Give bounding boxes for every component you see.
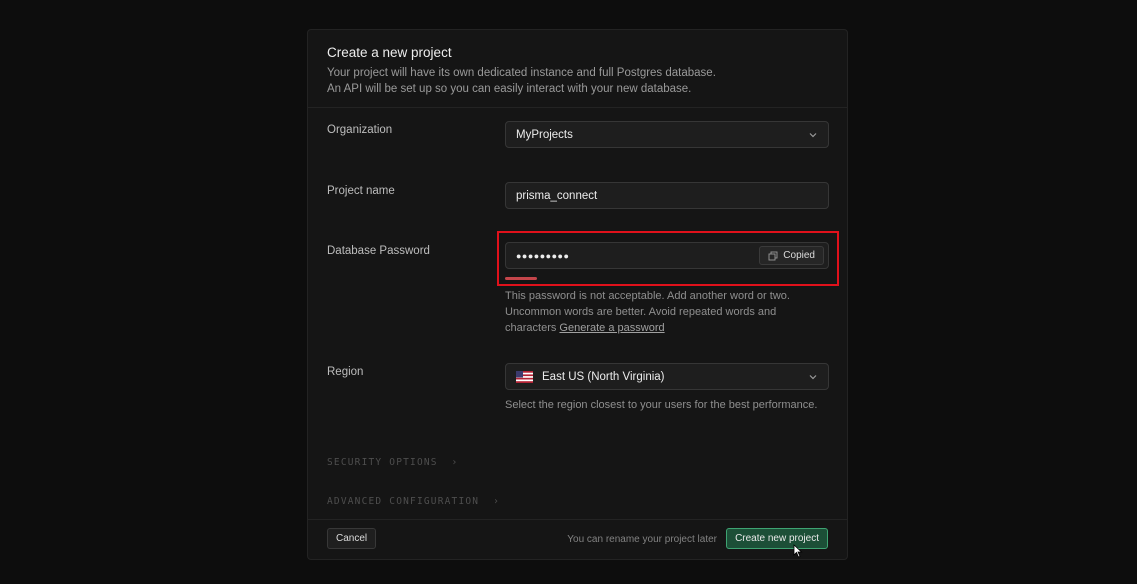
dialog-description: Your project will have its own dedicated…: [327, 65, 828, 97]
project-name-value: prisma_connect: [516, 189, 598, 202]
highlight-box: [497, 231, 839, 286]
dialog-header: Create a new project Your project will h…: [308, 30, 847, 108]
cancel-button[interactable]: Cancel: [327, 528, 377, 549]
region-select[interactable]: East US (North Virginia): [505, 363, 829, 390]
organization-select[interactable]: MyProjects: [505, 121, 829, 148]
region-value: East US (North Virginia): [542, 370, 665, 383]
security-options-label: SECURITY OPTIONS: [327, 457, 438, 468]
region-label: Region: [327, 366, 364, 378]
description-line-2: An API will be set up so you can easily …: [327, 83, 692, 95]
generate-password-link[interactable]: Generate a password: [559, 322, 664, 334]
description-line-1: Your project will have its own dedicated…: [327, 67, 716, 79]
chevron-down-icon: [809, 375, 817, 380]
us-flag-icon: [516, 370, 533, 383]
chevron-right-icon: ›: [486, 496, 500, 507]
chevron-down-icon: [809, 133, 817, 138]
security-options-toggle[interactable]: SECURITY OPTIONS ›: [327, 457, 458, 468]
password-help-text: This password is not acceptable. Add ano…: [505, 288, 829, 336]
advanced-configuration-label: ADVANCED CONFIGURATION: [327, 496, 480, 507]
project-name-input[interactable]: prisma_connect: [505, 182, 829, 209]
create-project-button[interactable]: Create new project: [726, 528, 828, 549]
chevron-right-icon: ›: [444, 457, 459, 468]
dialog-footer: Cancel You can rename your project later…: [308, 519, 847, 559]
region-help-text: Select the region closest to your users …: [505, 399, 818, 411]
rename-note: You can rename your project later: [567, 534, 717, 545]
create-project-dialog: Create a new project Your project will h…: [307, 29, 848, 560]
organization-value: MyProjects: [516, 128, 573, 141]
database-password-label: Database Password: [327, 245, 430, 257]
page-title: Create a new project: [327, 45, 452, 60]
project-name-label: Project name: [327, 185, 395, 197]
mouse-cursor-icon: [793, 544, 803, 558]
organization-label: Organization: [327, 124, 393, 136]
advanced-configuration-toggle[interactable]: ADVANCED CONFIGURATION ›: [327, 496, 500, 507]
